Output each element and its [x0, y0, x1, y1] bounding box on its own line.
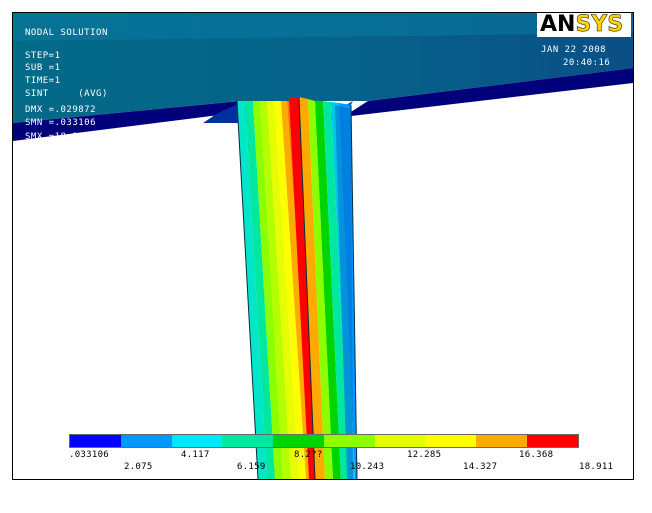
contour-legend-bar	[69, 434, 579, 448]
legend-swatch	[120, 435, 172, 447]
legend-label: 18.911	[579, 462, 614, 472]
date-label: JAN 22 2008	[541, 45, 607, 55]
legend-swatch	[70, 435, 121, 447]
legend-swatch	[374, 435, 426, 447]
legend-label: 2.075	[124, 462, 153, 472]
legend-swatch	[171, 435, 223, 447]
legend-swatch	[323, 435, 375, 447]
graphics-viewport[interactable]: NODAL SOLUTION STEP=1 SUB =1 TIME=1 SINT…	[12, 12, 634, 480]
legend-swatch	[425, 435, 477, 447]
legend-swatch	[527, 435, 578, 447]
plot-title: NODAL SOLUTION	[25, 28, 108, 38]
legend-label: 8.2??	[294, 450, 323, 460]
time-label: TIME=1	[25, 76, 61, 86]
contour-plot	[13, 13, 633, 479]
smn-label: SMN =.033106	[25, 118, 97, 128]
legend-label: 4.117	[181, 450, 210, 460]
smx-label: SMX =18.911	[25, 132, 91, 142]
substep-label: SUB =1	[25, 63, 61, 73]
step-label: STEP=1	[25, 51, 61, 61]
legend-label: 12.285	[407, 450, 442, 460]
legend-label: 14.327	[463, 462, 498, 472]
result-label: SINT (AVG)	[25, 89, 108, 99]
legend-label: 16.368	[519, 450, 554, 460]
dmx-label: DMX =.029872	[25, 105, 97, 115]
legend-label: 6.159	[237, 462, 266, 472]
ansys-logo: ANSYS	[537, 13, 631, 37]
legend-label: 10.243	[350, 462, 385, 472]
clock-label: 20:40:16	[563, 58, 611, 68]
legend-label: .033106	[69, 450, 110, 460]
legend-swatch	[273, 435, 324, 447]
legend-swatch	[222, 435, 274, 447]
legend-swatch	[476, 435, 528, 447]
